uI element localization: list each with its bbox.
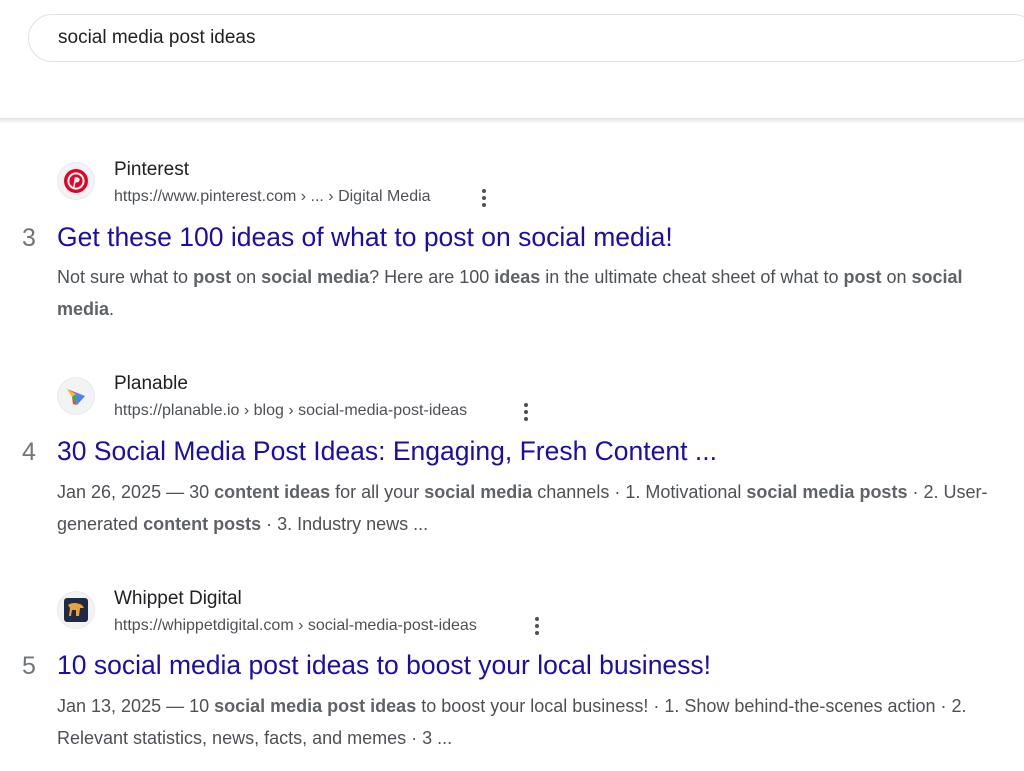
result-title-link[interactable]: 10 social media post ideas to boost your…: [57, 650, 711, 681]
result-rank: 3: [22, 224, 36, 252]
snippet-highlight: social media posts: [746, 482, 908, 502]
more-options-icon[interactable]: [474, 187, 494, 209]
snippet-highlight: ideas: [494, 267, 541, 287]
more-options-icon[interactable]: [527, 615, 547, 637]
snippet-highlight: social media: [424, 482, 533, 502]
snippet-text: Jan 13, 2025 — 10: [57, 696, 215, 716]
snippet-text: channels · 1. Motivational: [532, 482, 747, 502]
site-name: Planable: [114, 373, 188, 394]
pinterest-logo-icon: [57, 162, 95, 200]
snippet-highlight: post: [193, 267, 232, 287]
result-rank: 5: [22, 652, 36, 680]
result-snippet: Jan 26, 2025 — 30 content ideas for all …: [57, 476, 1007, 540]
result-rank: 4: [22, 438, 36, 466]
site-url[interactable]: https://whippetdigital.com › social-medi…: [114, 617, 477, 635]
snippet-text: .: [109, 299, 115, 319]
snippet-text: on: [231, 267, 262, 287]
snippet-highlight: content posts: [143, 514, 262, 534]
snippet-text: on: [881, 267, 912, 287]
whippet-digital-logo-icon: [57, 591, 95, 629]
snippet-text: ? Here are 100: [369, 267, 495, 287]
snippet-text: for all your: [330, 482, 425, 502]
search-bar[interactable]: [28, 14, 1024, 62]
snippet-highlight: social media post ideas: [214, 696, 417, 716]
result-title-link[interactable]: Get these 100 ideas of what to post on s…: [57, 222, 673, 253]
snippet-text: Jan 26, 2025 — 30: [57, 482, 215, 502]
site-name: Pinterest: [114, 159, 189, 180]
header-divider: [0, 118, 1024, 124]
snippet-text: · 3. Industry news ...: [261, 514, 429, 534]
more-options-icon[interactable]: [516, 401, 536, 423]
site-url[interactable]: https://www.pinterest.com › ... › Digita…: [114, 188, 431, 206]
site-name: Whippet Digital: [114, 588, 242, 609]
snippet-text: Not sure what to: [57, 267, 194, 287]
result-snippet: Jan 13, 2025 — 10 social media post idea…: [57, 690, 1007, 754]
result-title-link[interactable]: 30 Social Media Post Ideas: Engaging, Fr…: [57, 436, 717, 467]
site-url[interactable]: https://planable.io › blog › social-medi…: [114, 402, 467, 420]
snippet-text: in the ultimate cheat sheet of what to: [540, 267, 844, 287]
snippet-highlight: content ideas: [214, 482, 331, 502]
planable-logo-icon: [57, 377, 95, 415]
result-snippet: Not sure what to post on social media? H…: [57, 261, 1007, 325]
search-input[interactable]: [58, 15, 958, 61]
snippet-highlight: post: [843, 267, 882, 287]
snippet-highlight: social media: [261, 267, 370, 287]
